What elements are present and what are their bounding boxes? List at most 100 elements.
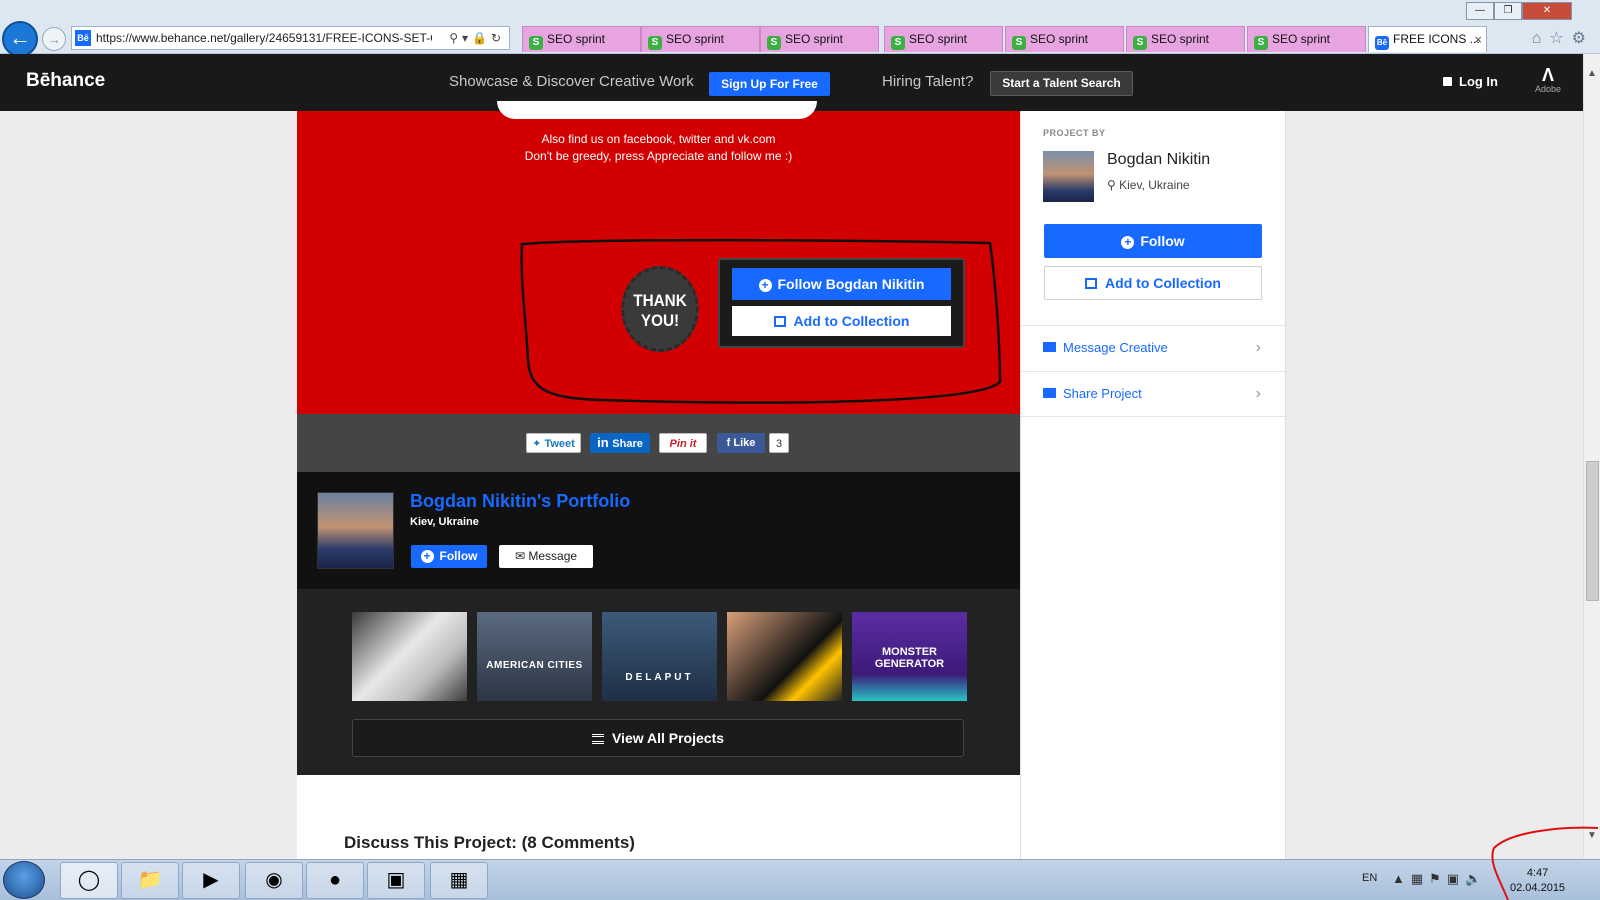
url-text[interactable]: https://www.behance.net/gallery/24659131… <box>96 27 432 49</box>
owner-location: ⚲ Kiev, Ukraine <box>1107 178 1190 192</box>
tab-seo-sprint-6[interactable]: S SEO sprint <box>1126 26 1245 52</box>
sidebar-add-to-collection-button[interactable]: Add to Collection <box>1044 266 1262 300</box>
tab-seo-sprint-5[interactable]: S SEO sprint <box>1005 26 1124 52</box>
restore-button[interactable]: ❐ <box>1494 2 1522 20</box>
project-thumb-5[interactable]: MONSTER GENERATOR <box>852 612 967 701</box>
seo-sprint-favicon-icon: S <box>648 36 662 50</box>
twitter-icon: ✦ <box>532 438 545 450</box>
share-bar: ✦ Tweet in Share Pin it f Like 3 <box>297 414 1020 472</box>
rubiks-cube-taskbar-icon[interactable]: ▦ <box>430 862 488 899</box>
plus-circle-icon: + <box>758 279 772 292</box>
adobe-link[interactable]: Λ Adobe <box>1531 66 1565 94</box>
tab-behance-active[interactable]: Bē FREE ICONS ... × <box>1368 26 1487 52</box>
project-image-edge <box>497 101 817 119</box>
forward-button[interactable]: → <box>42 27 66 51</box>
add-to-collection-button[interactable]: Add to Collection <box>732 306 951 336</box>
system-clock[interactable]: 4:47 02.04.2015 <box>1510 866 1565 896</box>
firefox-taskbar-icon[interactable]: ● <box>306 862 364 899</box>
ie-taskbar-icon[interactable]: ◯ <box>60 862 118 899</box>
envelope-icon: ✉ <box>514 549 529 563</box>
behance-logo[interactable]: Bēhance <box>26 70 105 92</box>
message-creative-link[interactable]: Message Creative › <box>1021 325 1285 371</box>
address-actions-icon[interactable]: ⚲▾🔒↻ <box>449 27 505 49</box>
tab-seo-sprint-2[interactable]: S SEO sprint <box>641 26 760 52</box>
project-thumbnails: AMERICAN CITIES DELAPUT MONSTER GENERATO… <box>297 589 1020 775</box>
close-window-button[interactable]: ✕ <box>1522 2 1572 20</box>
behance-favicon-icon: Bē <box>75 30 91 46</box>
lock-icon <box>1443 77 1452 86</box>
keyboard-language[interactable]: EN <box>1362 872 1377 884</box>
tab-seo-sprint-1[interactable]: S SEO sprint <box>522 26 641 52</box>
media-player-taskbar-icon[interactable]: ▶ <box>182 862 240 899</box>
thank-you-badge: THANK YOU! <box>621 266 699 352</box>
tab-seo-sprint-3[interactable]: S SEO sprint <box>760 26 879 52</box>
tab-seo-sprint-4[interactable]: S SEO sprint <box>884 26 1003 52</box>
project-red-panel: Also find us on facebook, twitter and vk… <box>297 101 1020 414</box>
scroll-up-icon[interactable]: ▲ <box>1587 68 1597 79</box>
like-count: 3 <box>769 433 789 453</box>
plus-circle-icon: + <box>1121 236 1135 249</box>
follow-owner-button[interactable]: + Follow Bogdan Nikitin <box>732 268 951 300</box>
seo-sprint-favicon-icon: S <box>529 36 543 50</box>
share-project-link[interactable]: Share Project › <box>1021 371 1285 417</box>
project-thumb-3[interactable]: DELAPUT <box>602 612 717 701</box>
tab-seo-sprint-7[interactable]: S SEO sprint <box>1247 26 1366 52</box>
minimize-button[interactable]: — <box>1466 2 1494 20</box>
seo-sprint-favicon-icon: S <box>1254 36 1268 50</box>
portfolio-name-link[interactable]: Bogdan Nikitin's Portfolio <box>410 491 630 512</box>
sidebar-follow-button[interactable]: + Follow <box>1044 224 1262 258</box>
signup-button[interactable]: Sign Up For Free <box>709 72 830 96</box>
portfolio-message-button[interactable]: ✉ Message <box>499 545 593 568</box>
appreciate-text: Don't be greedy, press Appreciate and fo… <box>524 149 793 163</box>
chevron-right-icon: › <box>1255 339 1261 356</box>
login-link[interactable]: Log In <box>1443 74 1498 89</box>
project-by-label: PROJECT BY <box>1043 128 1106 138</box>
project-thumb-2[interactable]: AMERICAN CITIES <box>477 612 592 701</box>
portfolio-block: Bogdan Nikitin's Portfolio Kiev, Ukraine… <box>297 472 1020 589</box>
chrome-taskbar-icon[interactable]: ◉ <box>245 862 303 899</box>
find-us-text: Also find us on facebook, twitter and vk… <box>541 132 776 146</box>
header-tagline: Showcase & Discover Creative Work <box>449 73 694 90</box>
collection-icon <box>773 316 786 327</box>
scrollbar-thumb[interactable] <box>1586 461 1599 601</box>
owner-name-link[interactable]: Bogdan Nikitin <box>1107 151 1210 169</box>
tweet-button[interactable]: ✦ Tweet <box>526 433 581 453</box>
seo-sprint-favicon-icon: S <box>891 36 905 50</box>
explorer-taskbar-icon[interactable]: 📁 <box>121 862 179 899</box>
windows-taskbar: ◯ 📁 ▶ ◉ ● ▣ ▦ EN ▲▦⚑▣🔈 4:47 02.04.2015 <box>0 859 1600 900</box>
tab-close-icon[interactable]: × <box>1474 27 1482 52</box>
portfolio-avatar[interactable] <box>317 492 394 569</box>
back-button[interactable]: ← <box>2 21 38 57</box>
discuss-heading: Discuss This Project: (8 Comments) <box>344 833 635 852</box>
talent-search-button[interactable]: Start a Talent Search <box>990 71 1133 96</box>
portfolio-location: Kiev, Ukraine <box>410 516 479 528</box>
pinterest-button[interactable]: Pin it <box>659 433 707 453</box>
project-thumb-1[interactable] <box>352 612 467 701</box>
linkedin-icon: in <box>597 435 613 450</box>
follow-widget: + Follow Bogdan Nikitin Add to Collection <box>718 258 965 348</box>
seo-sprint-favicon-icon: S <box>1133 36 1147 50</box>
notepad-taskbar-icon[interactable]: ▣ <box>367 862 425 899</box>
facebook-like-button[interactable]: f Like <box>717 433 765 453</box>
scroll-down-icon[interactable]: ▼ <box>1587 830 1597 841</box>
chevron-right-icon: › <box>1255 385 1261 402</box>
location-pin-icon: ⚲ <box>1107 178 1120 192</box>
system-tray-icon[interactable]: ▲▦⚑▣🔈 <box>1392 871 1487 887</box>
view-all-projects-button[interactable]: View All Projects <box>352 719 964 757</box>
address-bar[interactable]: Bē https://www.behance.net/gallery/24659… <box>71 26 510 50</box>
owner-avatar[interactable] <box>1043 151 1094 202</box>
project-thumb-4[interactable] <box>727 612 842 701</box>
hiring-talent-text: Hiring Talent? <box>882 73 974 90</box>
envelope-icon <box>1043 342 1056 352</box>
seo-sprint-favicon-icon: S <box>767 36 781 50</box>
page-scrollbar[interactable]: ▲ ▼ <box>1583 54 1600 858</box>
start-button[interactable] <box>3 861 45 899</box>
adobe-logo-icon: Λ <box>1541 65 1554 85</box>
portfolio-follow-button[interactable]: + Follow <box>411 545 487 568</box>
collection-icon <box>1085 278 1098 289</box>
grid-icon <box>591 734 604 744</box>
discuss-section: Discuss This Project: (8 Comments) <box>297 775 1020 859</box>
behance-favicon-icon: Bē <box>1375 36 1389 50</box>
home-favorites-settings-icon[interactable]: ⌂☆⚙ <box>1532 28 1594 48</box>
linkedin-share-button[interactable]: in Share <box>590 433 650 453</box>
